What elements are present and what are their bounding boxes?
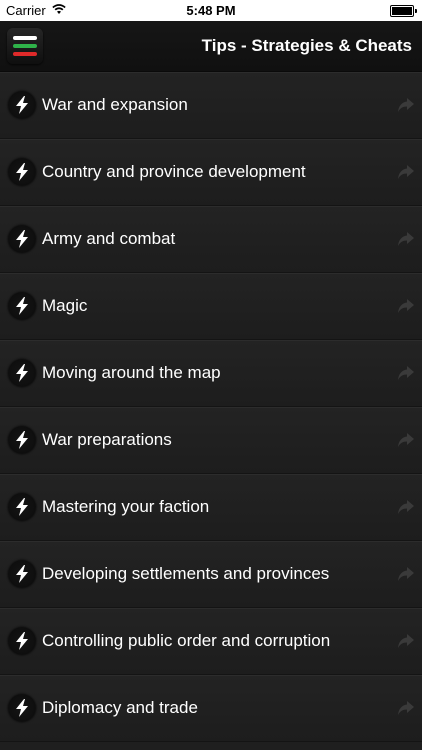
- list-item-label: Controlling public order and corruption: [42, 631, 331, 650]
- menu-line-red: [13, 52, 37, 56]
- list-item[interactable]: War and expansion: [0, 72, 422, 139]
- lightning-bolt-icon: [8, 560, 36, 588]
- lightning-bolt-icon: [8, 359, 36, 387]
- list-item[interactable]: Diplomacy and trade: [0, 675, 422, 742]
- list-item-label: Magic: [42, 296, 88, 315]
- navigation-bar: Tips - Strategies & Cheats: [0, 21, 422, 72]
- share-arrow-icon[interactable]: [397, 432, 415, 453]
- lightning-bolt-icon: [8, 426, 36, 454]
- share-arrow-icon[interactable]: [397, 164, 415, 185]
- share-arrow-icon[interactable]: [397, 499, 415, 520]
- lightning-bolt-icon: [8, 225, 36, 253]
- page-title: Tips - Strategies & Cheats: [201, 36, 412, 55]
- list-item[interactable]: Moving around the map: [0, 340, 422, 407]
- list-item[interactable]: Mastering your faction: [0, 474, 422, 541]
- status-time: 5:48 PM: [186, 3, 236, 18]
- list-item-label: Army and combat: [42, 229, 176, 248]
- list-item-label: War and expansion: [42, 95, 188, 114]
- hamburger-menu-button[interactable]: [7, 28, 43, 64]
- list-item[interactable]: War preparations: [0, 407, 422, 474]
- share-arrow-icon[interactable]: [397, 633, 415, 654]
- lightning-bolt-icon: [8, 493, 36, 521]
- list-item-label: Moving around the map: [42, 363, 221, 382]
- share-arrow-icon[interactable]: [397, 298, 415, 319]
- share-arrow-icon[interactable]: [397, 566, 415, 587]
- list-item-label: Country and province development: [42, 162, 306, 181]
- lightning-bolt-icon: [8, 91, 36, 119]
- menu-line-white: [13, 36, 37, 40]
- list-item[interactable]: Country and province development: [0, 139, 422, 206]
- lightning-bolt-icon: [8, 158, 36, 186]
- share-arrow-icon[interactable]: [397, 700, 415, 721]
- lightning-bolt-icon: [8, 292, 36, 320]
- status-bar: Carrier 5:48 PM: [0, 0, 422, 21]
- share-arrow-icon[interactable]: [397, 365, 415, 386]
- list-item-label: Developing settlements and provinces: [42, 564, 330, 583]
- share-arrow-icon[interactable]: [397, 231, 415, 252]
- list-item-label: War preparations: [42, 430, 172, 449]
- list-item[interactable]: Army and combat: [0, 206, 422, 273]
- list-item-label: Diplomacy and trade: [42, 698, 198, 717]
- list-item-label: Mastering your faction: [42, 497, 210, 516]
- list-item[interactable]: Developing settlements and provinces: [0, 541, 422, 608]
- tips-list: War and expansion Country and province d…: [0, 72, 422, 742]
- menu-line-green: [13, 44, 37, 48]
- share-arrow-icon[interactable]: [397, 97, 415, 118]
- lightning-bolt-icon: [8, 694, 36, 722]
- lightning-bolt-icon: [8, 627, 36, 655]
- battery-icon: [390, 5, 417, 17]
- list-item[interactable]: Magic: [0, 273, 422, 340]
- list-item[interactable]: Controlling public order and corruption: [0, 608, 422, 675]
